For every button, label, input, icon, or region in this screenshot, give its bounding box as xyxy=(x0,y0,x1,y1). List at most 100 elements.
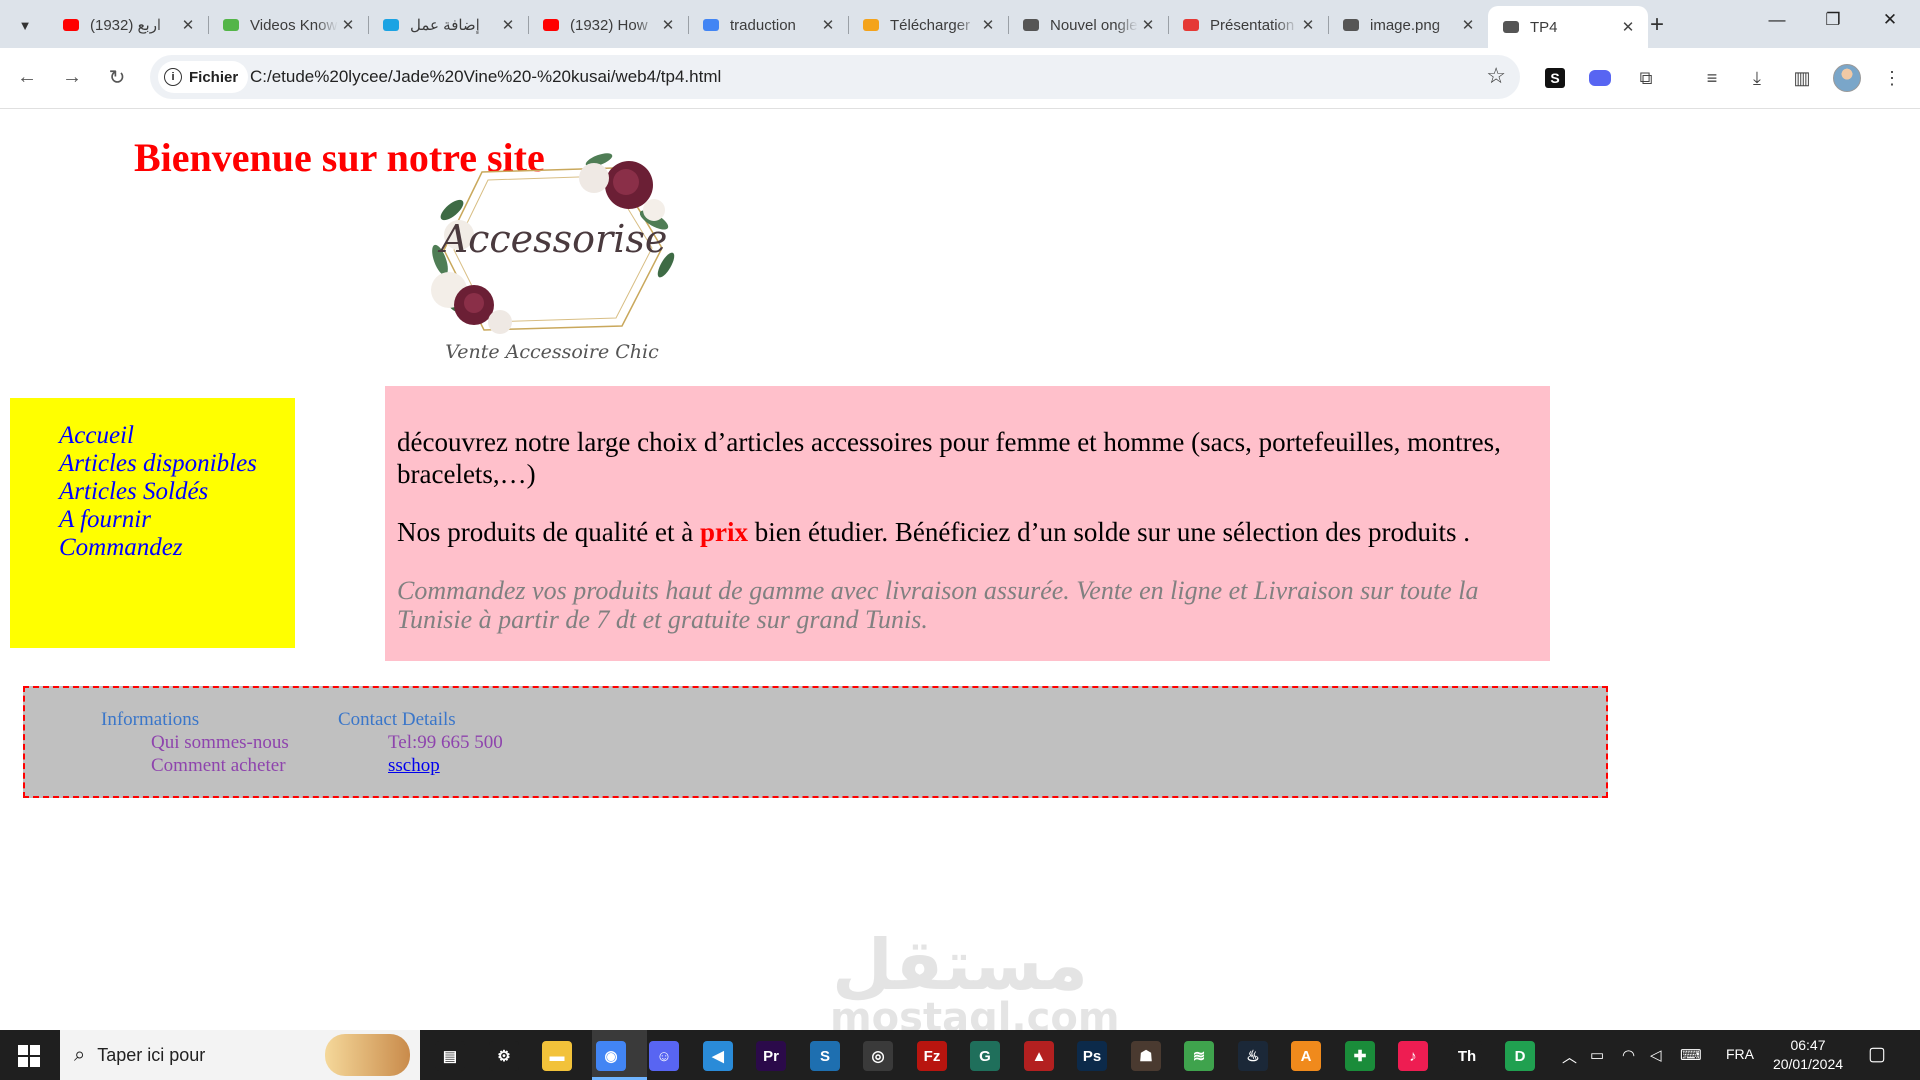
close-icon: ✕ xyxy=(1882,10,1898,29)
menu-item: A fournir xyxy=(59,506,257,534)
task-view-icon[interactable]: ▤ xyxy=(435,1041,465,1071)
url-text[interactable]: C:/etude%20lycee/Jade%20Vine%20-%20kusai… xyxy=(250,67,721,87)
search-highlight-image xyxy=(325,1034,410,1076)
back-button[interactable]: ← xyxy=(12,62,42,92)
reload-button[interactable]: ↻ xyxy=(102,62,132,92)
restore-button[interactable]: ❐ xyxy=(1813,10,1853,30)
tab-close-icon[interactable]: ✕ xyxy=(658,16,678,34)
site-info-chip[interactable]: i Fichier xyxy=(158,61,249,93)
footer-item-how-to-buy[interactable]: Comment acheter xyxy=(101,754,289,777)
tab-4[interactable]: (1932) How ✕ xyxy=(528,8,689,42)
tab-6[interactable]: Télécharger ✕ xyxy=(848,8,1009,42)
downloads-button[interactable]: ⤓ xyxy=(1743,64,1771,92)
side-panel-button[interactable]: ▥ xyxy=(1788,64,1816,92)
discord-icon[interactable]: ☺ xyxy=(649,1041,679,1071)
extensions-button[interactable]: ⧉ xyxy=(1632,64,1660,92)
google-icon xyxy=(702,16,720,34)
menu-link-2[interactable]: Articles disponibles xyxy=(59,450,257,477)
address-bar[interactable]: i Fichier C:/etude%20lycee/Jade%20Vine%2… xyxy=(150,55,1520,99)
tab-title: Nouvel onglet xyxy=(1050,16,1138,34)
green-app-icon[interactable]: ✚ xyxy=(1345,1041,1375,1071)
clock-date: 20/01/2024 xyxy=(1772,1056,1844,1072)
download-site-icon xyxy=(862,16,880,34)
tray-overflow-icon[interactable]: ︿ xyxy=(1562,1046,1577,1067)
font-app-icon[interactable]: Th xyxy=(1452,1041,1482,1071)
footer-item-about[interactable]: Qui sommes-nous xyxy=(101,731,289,754)
start-button[interactable] xyxy=(18,1045,40,1067)
wifi-icon[interactable]: ◠ xyxy=(1622,1046,1635,1064)
settings-icon[interactable]: ⚙ xyxy=(489,1041,519,1071)
battery-icon[interactable]: ▭ xyxy=(1590,1046,1604,1064)
menu-item: Articles Soldés xyxy=(59,478,257,506)
tab-close-icon[interactable]: ✕ xyxy=(1618,18,1638,36)
tab-close-icon[interactable]: ✕ xyxy=(978,16,998,34)
photoshop-icon[interactable]: Ps xyxy=(1077,1041,1107,1071)
tiktok-icon[interactable]: ♪ xyxy=(1398,1041,1428,1071)
tab-10[interactable]: TP4 ✕ xyxy=(1488,6,1648,48)
new-tab-button[interactable]: + xyxy=(1650,12,1664,38)
download-icon: ⤓ xyxy=(1753,67,1761,88)
quality-text-start: Nos produits de qualité et à xyxy=(397,517,700,547)
profile-button[interactable] xyxy=(1833,64,1861,92)
media-control-button[interactable]: ≡ xyxy=(1698,64,1726,92)
chrome-icon[interactable]: ◉ xyxy=(596,1041,626,1071)
bookmark-star-icon[interactable]: ☆ xyxy=(1486,63,1506,89)
sketchup-icon[interactable]: S xyxy=(810,1041,840,1071)
tab-3[interactable]: إضافة عمل ✕ xyxy=(368,8,529,42)
tab-title: TP4 xyxy=(1530,18,1558,36)
side-menu: Accueil Articles disponibles Articles Sold… xyxy=(10,398,295,648)
tab-search-button[interactable]: ▼ xyxy=(10,10,40,40)
portrait-app-icon[interactable]: ☗ xyxy=(1131,1041,1161,1071)
file-explorer-icon[interactable]: ▬ xyxy=(542,1041,572,1071)
tab-1[interactable]: (1932) اربع ✕ xyxy=(48,8,209,42)
leaf-icon xyxy=(222,16,240,34)
tab-close-icon[interactable]: ✕ xyxy=(1138,16,1158,34)
filezilla-icon[interactable]: Fz xyxy=(917,1041,947,1071)
extension-discord-button[interactable] xyxy=(1586,64,1614,92)
close-window-button[interactable]: ✕ xyxy=(1870,10,1910,30)
menu-link-3[interactable]: Articles Soldés xyxy=(59,478,208,505)
menu-link-1[interactable]: Accueil xyxy=(59,422,134,449)
orange-app-icon[interactable]: A xyxy=(1291,1041,1321,1071)
extension-s-button[interactable]: S xyxy=(1541,64,1569,92)
tab-8[interactable]: Présentation ✕ xyxy=(1168,8,1329,42)
menu-link-4[interactable]: A fournir xyxy=(59,506,151,533)
steam-icon[interactable]: ♨ xyxy=(1238,1041,1268,1071)
notification-icon[interactable]: ▢ xyxy=(1868,1043,1886,1066)
premiere-icon[interactable]: Pr xyxy=(756,1041,786,1071)
tab-7[interactable]: Nouvel onglet ✕ xyxy=(1008,8,1169,42)
tab-close-icon[interactable]: ✕ xyxy=(498,16,518,34)
tab-2[interactable]: Videos Knowledge✕ xyxy=(208,8,369,42)
obs-icon[interactable]: ◎ xyxy=(863,1041,893,1071)
git-icon[interactable]: G xyxy=(970,1041,1000,1071)
taskbar-search[interactable]: ⌕ Taper ici pour xyxy=(60,1030,420,1080)
tab-close-icon[interactable]: ✕ xyxy=(818,16,838,34)
chrome-menu-button[interactable]: ⋮ xyxy=(1878,64,1906,92)
red-app-icon[interactable]: ▲ xyxy=(1024,1041,1054,1071)
accessorise-logo: Accessorise Vente Accessoire Chic xyxy=(431,153,675,363)
intro-paragraph: découvrez notre large choix d’articles a… xyxy=(397,427,1501,489)
minimize-button[interactable]: — xyxy=(1757,10,1797,30)
tab-close-icon[interactable]: ✕ xyxy=(1298,16,1318,34)
vscode-icon[interactable]: ◀ xyxy=(703,1041,733,1071)
tab-title: Télécharger xyxy=(890,16,971,34)
tab-9[interactable]: image.png ✕ xyxy=(1328,8,1488,42)
minimize-icon: — xyxy=(1768,10,1786,29)
taskbar-search-placeholder: Taper ici pour xyxy=(97,1044,206,1065)
menu-link-5[interactable]: Commandez xyxy=(59,534,183,561)
language-indicator[interactable]: FRA xyxy=(1726,1046,1754,1062)
tab-close-icon[interactable]: ✕ xyxy=(178,16,198,34)
system-clock[interactable]: 06:47 20/01/2024 xyxy=(1772,1036,1844,1074)
tab-close-icon[interactable]: ✕ xyxy=(1458,16,1478,34)
tab-5[interactable]: traduction ✕ xyxy=(688,8,849,42)
price-highlight: prix xyxy=(699,517,748,547)
footer-shop-link[interactable]: sschop xyxy=(338,754,503,777)
chrome-icon xyxy=(1022,16,1040,34)
forward-button[interactable]: → xyxy=(57,62,87,92)
d-app-icon[interactable]: D xyxy=(1505,1041,1535,1071)
keyboard-icon[interactable]: ⌨ xyxy=(1680,1046,1702,1064)
tab-close-icon[interactable]: ✕ xyxy=(338,16,358,34)
stack-app-icon[interactable]: ≋ xyxy=(1184,1041,1214,1071)
volume-icon[interactable]: ◁ xyxy=(1650,1046,1662,1064)
footer-phone: Tel:99 665 500 xyxy=(388,732,503,753)
